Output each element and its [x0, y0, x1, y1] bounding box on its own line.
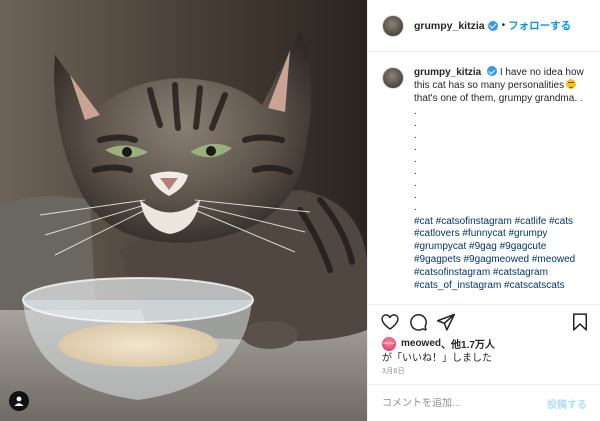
caption-dot: .: [414, 129, 417, 141]
post-date[interactable]: 3月6日: [382, 366, 405, 376]
caption-row: grumpy_kitzia I have no idea how this ca…: [382, 66, 591, 292]
liker-username[interactable]: meowed: [401, 338, 441, 349]
heart-icon[interactable]: [380, 312, 400, 332]
bookmark-icon[interactable]: [570, 312, 590, 332]
caption-dot: .: [414, 117, 417, 129]
post-sidebar: grumpy_kitzia • フォローする grumpy_kitzia I h…: [367, 0, 600, 421]
avatar[interactable]: [382, 14, 404, 37]
instagram-post: grumpy_kitzia • フォローする grumpy_kitzia I h…: [0, 0, 600, 421]
caption-avatar[interactable]: [382, 67, 404, 89]
caption-dot: .: [414, 201, 417, 213]
comment-bar: 投稿する: [368, 384, 600, 421]
header-separator: •: [501, 20, 506, 31]
caption-hashtags[interactable]: #cat #catsofinstagram #catlife #cats #ca…: [414, 216, 591, 293]
post-comment-button[interactable]: 投稿する: [547, 396, 587, 411]
laughing-emoji-icon: [566, 79, 577, 90]
caption-area: grumpy_kitzia I have no idea how this ca…: [368, 52, 600, 302]
likes-line2: が「いいね！」しました: [382, 353, 492, 364]
person-icon: [14, 396, 24, 406]
header-username[interactable]: grumpy_kitzia: [414, 20, 485, 32]
user-tag-button[interactable]: [9, 391, 29, 411]
comment-input[interactable]: [382, 397, 547, 409]
caption-verified-badge-icon: [487, 66, 498, 76]
caption-dot: .: [414, 141, 417, 153]
caption-dot: .: [414, 153, 417, 165]
post-header: grumpy_kitzia • フォローする: [368, 0, 600, 52]
caption-body-after: that's one of them, grumpy grandma. .: [414, 93, 583, 105]
caption-dot: .: [414, 105, 417, 117]
caption-dot: .: [414, 177, 417, 189]
action-bar: [368, 304, 600, 334]
caption-username[interactable]: grumpy_kitzia: [414, 67, 481, 78]
verified-badge-icon: [487, 20, 498, 31]
post-photo[interactable]: [0, 0, 367, 421]
comment-icon[interactable]: [408, 312, 428, 332]
grumpy-cat-photo: [0, 0, 367, 421]
caption-dot: .: [414, 189, 417, 201]
share-icon[interactable]: [436, 312, 456, 332]
caption-dot: .: [414, 165, 417, 177]
follow-button[interactable]: フォローする: [508, 18, 571, 33]
caption-dots: . . . . . . . . .: [414, 106, 591, 214]
caption-text: grumpy_kitzia I have no idea how this ca…: [414, 66, 591, 292]
